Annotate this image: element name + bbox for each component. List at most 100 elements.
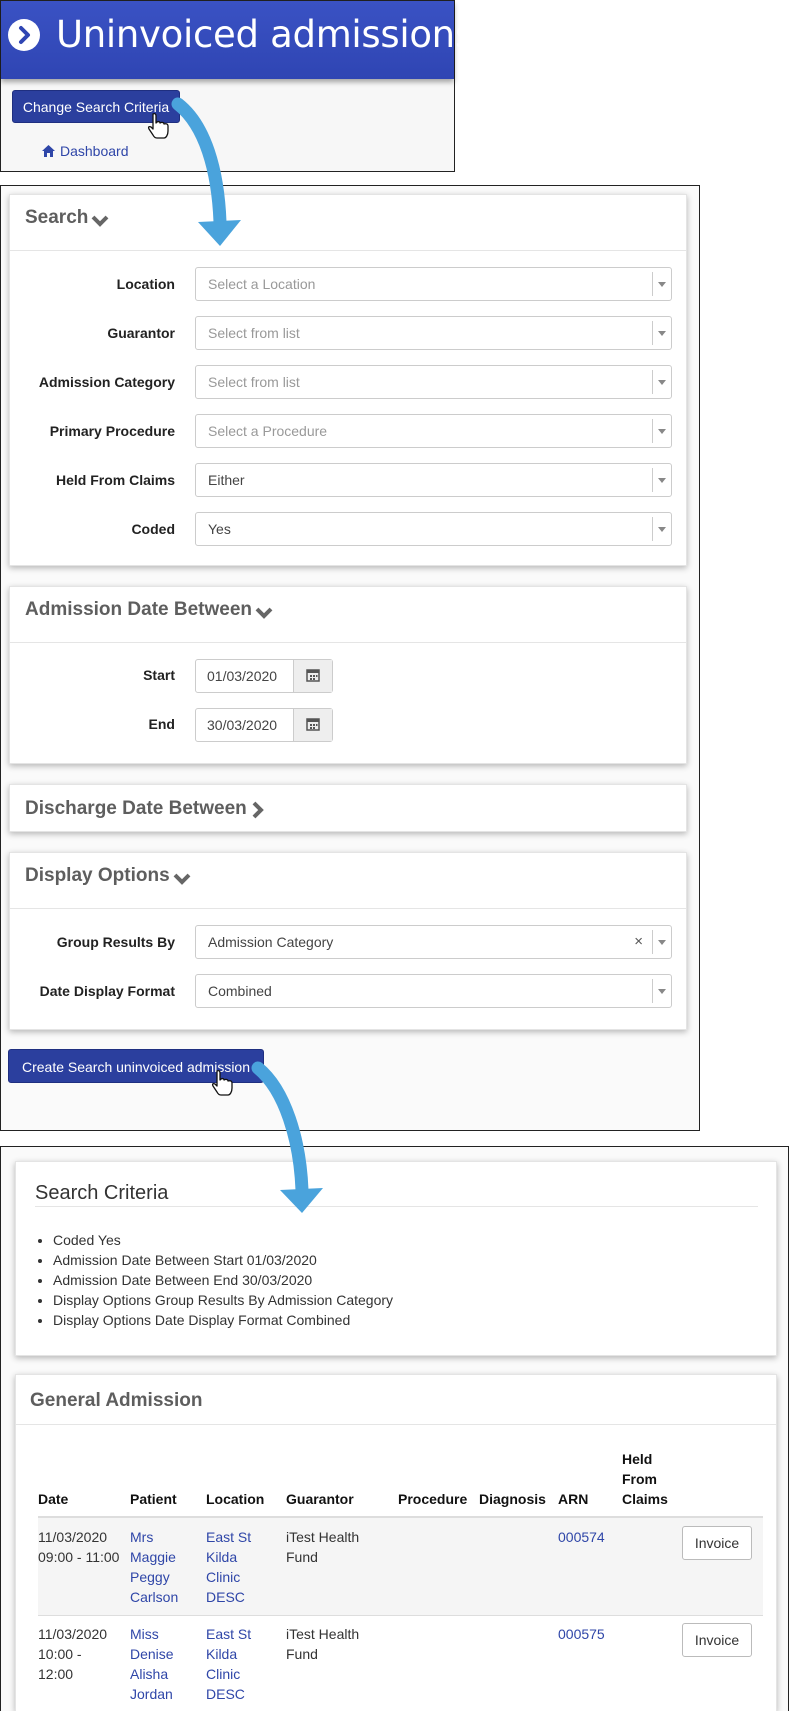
divider bbox=[35, 1206, 758, 1207]
column-header-diagnosis: Diagnosis bbox=[479, 1491, 546, 1507]
row-guarantor: iTest Health Fund bbox=[286, 1529, 360, 1565]
dropdown-arrow-icon bbox=[652, 468, 671, 492]
location-label: Location bbox=[116, 276, 175, 292]
chevron-right-icon bbox=[8, 19, 40, 51]
divider bbox=[16, 1424, 776, 1425]
invoice-button[interactable]: Invoice bbox=[682, 1623, 752, 1657]
row-guarantor: iTest Health Fund bbox=[286, 1626, 360, 1662]
row-divider bbox=[38, 1615, 763, 1616]
end-date-label: End bbox=[148, 716, 175, 732]
group-results-by-label: Group Results By bbox=[56, 934, 175, 950]
dropdown-arrow-icon bbox=[652, 517, 671, 541]
admission-date-card: Admission Date Between Start 01/03/2020 … bbox=[9, 586, 687, 764]
column-header-patient: Patient bbox=[130, 1491, 177, 1507]
start-date-value: 01/03/2020 bbox=[207, 668, 278, 684]
clear-icon[interactable]: × bbox=[634, 926, 643, 958]
held-from-claims-select[interactable]: Either bbox=[195, 463, 672, 497]
search-heading: Search bbox=[25, 207, 89, 228]
dropdown-arrow-icon bbox=[652, 272, 671, 296]
divider bbox=[10, 642, 686, 643]
criteria-item: Display Options Group Results By Admissi… bbox=[53, 1290, 393, 1310]
criteria-item: Admission Date Between Start 01/03/2020 bbox=[53, 1250, 393, 1270]
row-date: 11/03/2020 10:00 - 12:00 bbox=[38, 1626, 108, 1682]
row-patient-link[interactable]: Miss Denise Alisha Jordan bbox=[130, 1624, 192, 1704]
column-header-guarantor: Guarantor bbox=[286, 1491, 354, 1507]
search-card: Search Location Select a Location Guaran… bbox=[9, 194, 687, 566]
create-search-button[interactable]: Create Search uninvoiced admission bbox=[8, 1049, 264, 1083]
invoice-button[interactable]: Invoice bbox=[682, 1526, 752, 1560]
discharge-date-heading: Discharge Date Between bbox=[25, 798, 247, 819]
primary-procedure-select[interactable]: Select a Procedure bbox=[195, 414, 672, 448]
general-admission-heading: General Admission bbox=[30, 1390, 203, 1411]
change-search-criteria-button[interactable]: Change Search Criteria bbox=[12, 90, 180, 123]
column-header-held-from-claims: Held From Claims bbox=[622, 1451, 668, 1507]
date-display-format-label: Date Display Format bbox=[39, 983, 175, 999]
chevron-down-icon bbox=[173, 873, 191, 885]
coded-label: Coded bbox=[131, 521, 175, 537]
chevron-down-icon bbox=[91, 215, 109, 227]
start-date-input[interactable]: 01/03/2020 bbox=[195, 659, 333, 693]
group-results-by-select[interactable]: Admission Category × bbox=[195, 925, 672, 959]
coded-select[interactable]: Yes bbox=[195, 512, 672, 546]
dashboard-link-label: Dashboard bbox=[60, 143, 129, 159]
dropdown-arrow-icon bbox=[652, 979, 671, 1003]
date-display-format-value: Combined bbox=[208, 983, 272, 999]
search-form-panel: Search Location Select a Location Guaran… bbox=[0, 185, 700, 1131]
row-arn-link[interactable]: 000574 bbox=[558, 1527, 605, 1547]
guarantor-select-value: Select from list bbox=[208, 325, 300, 341]
row-location-link[interactable]: East St Kilda Clinic DESC bbox=[206, 1624, 262, 1704]
dropdown-arrow-icon bbox=[652, 370, 671, 394]
general-admission-card: General Admission Date Patient Location … bbox=[15, 1374, 777, 1711]
row-date: 11/03/2020 09:00 - 11:00 bbox=[38, 1529, 120, 1565]
divider bbox=[10, 250, 686, 251]
dashboard-link[interactable]: Dashboard bbox=[42, 143, 129, 159]
page-header-panel: Uninvoiced admissions Change Search Crit… bbox=[0, 0, 474, 172]
location-select-value: Select a Location bbox=[208, 276, 316, 292]
held-from-claims-label: Held From Claims bbox=[55, 472, 175, 488]
criteria-list: Coded Yes Admission Date Between Start 0… bbox=[53, 1230, 393, 1330]
display-options-heading: Display Options bbox=[25, 865, 170, 886]
dropdown-arrow-icon bbox=[652, 419, 671, 443]
column-header-procedure: Procedure bbox=[398, 1491, 468, 1507]
column-header-location: Location bbox=[206, 1491, 265, 1507]
admission-date-heading: Admission Date Between bbox=[25, 599, 252, 620]
row-location-link[interactable]: East St Kilda Clinic DESC bbox=[206, 1527, 262, 1607]
search-criteria-card: Search Criteria Coded Yes Admission Date… bbox=[15, 1161, 777, 1356]
start-date-label: Start bbox=[143, 667, 175, 683]
admission-date-header[interactable]: Admission Date Between bbox=[25, 599, 274, 621]
admission-category-select[interactable]: Select from list bbox=[195, 365, 672, 399]
row-patient-link[interactable]: Mrs Maggie Peggy Carlson bbox=[130, 1527, 192, 1607]
title-bar: Uninvoiced admissions bbox=[1, 1, 474, 79]
dropdown-arrow-icon bbox=[652, 930, 671, 954]
search-criteria-heading: Search Criteria bbox=[35, 1182, 169, 1204]
group-results-by-value: Admission Category bbox=[208, 934, 334, 950]
primary-procedure-select-value: Select a Procedure bbox=[208, 423, 328, 439]
location-select[interactable]: Select a Location bbox=[195, 267, 672, 301]
display-options-card: Display Options Group Results By Admissi… bbox=[9, 852, 687, 1030]
chevron-right-icon bbox=[252, 801, 264, 819]
column-header-date: Date bbox=[38, 1491, 69, 1507]
calendar-icon[interactable] bbox=[293, 709, 332, 741]
date-display-format-select[interactable]: Combined bbox=[195, 974, 672, 1008]
end-date-input[interactable]: 30/03/2020 bbox=[195, 708, 333, 742]
discharge-date-header[interactable]: Discharge Date Between bbox=[25, 798, 267, 820]
column-header-arn: ARN bbox=[558, 1491, 589, 1507]
primary-procedure-label: Primary Procedure bbox=[49, 423, 175, 439]
admission-category-label: Admission Category bbox=[38, 374, 175, 390]
dropdown-arrow-icon bbox=[652, 321, 671, 345]
criteria-item: Admission Date Between End 30/03/2020 bbox=[53, 1270, 393, 1290]
held-from-claims-select-value: Either bbox=[208, 472, 245, 488]
display-options-header[interactable]: Display Options bbox=[25, 865, 192, 887]
row-arn-link[interactable]: 000575 bbox=[558, 1624, 605, 1644]
guarantor-select[interactable]: Select from list bbox=[195, 316, 672, 350]
discharge-date-card: Discharge Date Between bbox=[9, 784, 687, 832]
search-header[interactable]: Search bbox=[25, 207, 110, 229]
chevron-down-icon bbox=[255, 607, 273, 619]
divider bbox=[10, 908, 686, 909]
admission-category-select-value: Select from list bbox=[208, 374, 300, 390]
home-icon bbox=[42, 145, 55, 157]
page-title: Uninvoiced admissions bbox=[56, 13, 474, 56]
coded-select-value: Yes bbox=[208, 521, 231, 537]
calendar-icon[interactable] bbox=[293, 660, 332, 692]
criteria-item: Display Options Date Display Format Comb… bbox=[53, 1310, 393, 1330]
